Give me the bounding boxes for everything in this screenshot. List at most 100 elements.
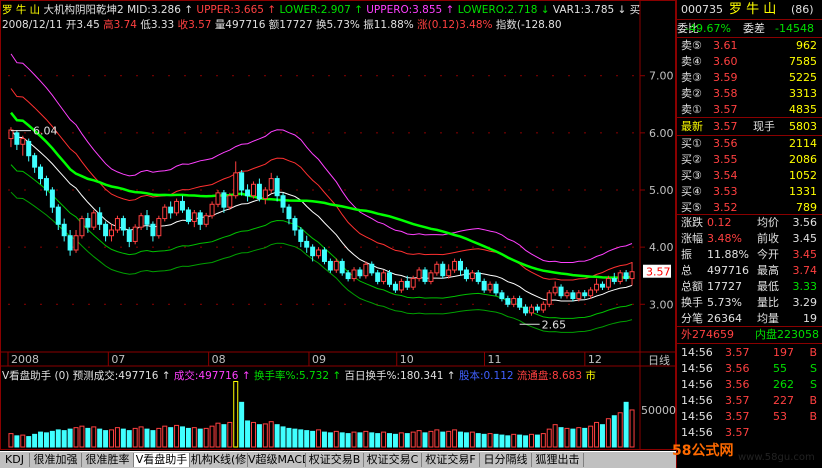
tick-price: 3.56 <box>725 378 750 391</box>
tab-item[interactable]: 很准加强 <box>30 453 82 467</box>
candle-body <box>605 278 611 288</box>
tab-item[interactable]: 很准胜率 <box>82 453 134 467</box>
tab-item[interactable]: 机构K线(修 <box>190 453 248 467</box>
candle-body <box>594 283 600 291</box>
tick-row[interactable]: 14:56 3.56 262 S <box>677 377 822 393</box>
quote-title: 000735 罗 牛 山 (86) <box>677 2 822 18</box>
volume-bar <box>434 429 440 448</box>
stat-label: 分笔 <box>681 312 703 325</box>
candle-body <box>168 206 174 214</box>
tab-item[interactable]: 权证交易F <box>422 453 480 467</box>
stat-label: 最高 <box>757 264 779 277</box>
volume-bar <box>534 434 540 448</box>
tab-item[interactable]: 日分隔线 <box>480 453 532 467</box>
stat-label: 涨跌 <box>681 216 703 229</box>
volume-bar <box>91 426 97 448</box>
candle-body <box>422 269 428 282</box>
candle-body <box>339 260 345 274</box>
volume-bar <box>387 433 393 448</box>
volume-bar <box>150 430 156 448</box>
inner-volume: 内盘223058 <box>755 328 819 341</box>
candle-body <box>179 200 185 211</box>
volume-bar <box>245 420 251 448</box>
stat-value: 3.45 <box>792 232 818 245</box>
buy-order-row: 买③ 3.54 1052 <box>677 168 822 184</box>
volume-bar <box>132 427 138 448</box>
volume-bar <box>67 428 73 448</box>
tab-item[interactable]: V看盘助手 <box>134 453 190 467</box>
volume-bar <box>333 430 339 448</box>
volume-bar <box>452 429 458 448</box>
candle-body <box>588 289 594 297</box>
candle-body <box>517 298 523 308</box>
tab-item[interactable]: 权证交易B <box>306 453 364 467</box>
tick-row[interactable]: 14:56 3.57 227 B <box>677 393 822 409</box>
candle-body <box>345 272 351 280</box>
float-shares: 流通盘:8.683 <box>516 370 583 382</box>
candle-body <box>511 298 517 305</box>
volume-bar <box>369 432 375 448</box>
tick-price: 3.57 <box>725 426 750 439</box>
period-label[interactable]: 日线 <box>648 353 670 367</box>
order-price: 3.57 <box>713 103 738 116</box>
order-label: 买③ <box>681 169 702 182</box>
candle-body <box>215 192 221 205</box>
tick-price: 3.57 <box>725 394 750 407</box>
tick-row[interactable]: 14:56 3.57 <box>677 425 822 441</box>
volume-bar <box>327 432 333 448</box>
candle-body <box>292 218 298 231</box>
candle-body <box>499 292 505 300</box>
volume-bar <box>511 433 517 448</box>
outer-inner-row: 外274659 内盘223058 <box>677 327 822 343</box>
order-volume: 962 <box>796 39 817 52</box>
volume-bar <box>126 430 132 448</box>
tick-side: B <box>809 410 817 423</box>
stat-label: 总额 <box>681 280 703 293</box>
volume-bar <box>310 430 316 448</box>
candle-body <box>469 272 475 280</box>
candle-body <box>599 283 605 288</box>
order-volume: 7585 <box>789 55 817 68</box>
candle-body <box>582 292 588 297</box>
tick-row[interactable]: 14:56 3.57 197 B <box>677 345 822 361</box>
candle-body <box>109 229 115 237</box>
candle-body <box>304 240 310 248</box>
candle-body <box>227 195 233 208</box>
chart-area[interactable]: 罗 牛 山 大机构阴阳乾坤2 MID:3.286 ↑ UPPER:3.665 ↑… <box>0 0 676 468</box>
candle-body <box>203 215 209 225</box>
stock-code: 000735 <box>681 3 723 16</box>
order-volume: 1052 <box>789 169 817 182</box>
stat-label: 涨幅 <box>681 232 703 245</box>
volume-bar <box>168 427 174 448</box>
stat-value: 0.12 <box>707 216 732 229</box>
stat-label: 换手 <box>681 296 703 309</box>
volume-bar <box>623 401 629 448</box>
tick-time: 14:56 <box>681 394 713 407</box>
tick-row[interactable]: 14:56 3.56 55 S <box>677 361 822 377</box>
candlestick-chart[interactable]: 7.00 6.00 5.00 4.00 3.00 2008 07 08 09 10 11 12 日线 6.… <box>0 0 676 451</box>
candle-body <box>85 218 91 228</box>
candle-body <box>73 235 79 251</box>
candle-body <box>629 271 635 280</box>
x-tick-label: 2008 <box>11 353 39 366</box>
order-label: 卖① <box>681 103 702 116</box>
quote-tag: (86) <box>791 3 814 16</box>
tab-item[interactable]: 狐狸出击 <box>532 453 584 467</box>
volume-bar <box>55 429 61 448</box>
candle-body <box>452 260 458 271</box>
volume-bar <box>215 422 221 448</box>
volume-bar <box>73 427 79 448</box>
tab-item[interactable]: V超级MACD <box>248 453 306 467</box>
candle-body <box>256 183 262 200</box>
volume-bar <box>392 433 398 448</box>
volume-bar <box>298 429 304 448</box>
candle-body <box>8 129 14 140</box>
tick-time: 14:56 <box>681 410 713 423</box>
candle-body <box>268 178 274 191</box>
volume-bar <box>43 432 49 448</box>
stat-row: 涨幅 3.48% 前收 3.45 <box>677 231 822 247</box>
stat-value: 11.88% <box>707 248 749 261</box>
tab-item[interactable]: KDJ <box>0 453 30 467</box>
tick-row[interactable]: 14:56 3.57 53 B <box>677 409 822 425</box>
tab-item[interactable]: 权证交易C <box>364 453 422 467</box>
